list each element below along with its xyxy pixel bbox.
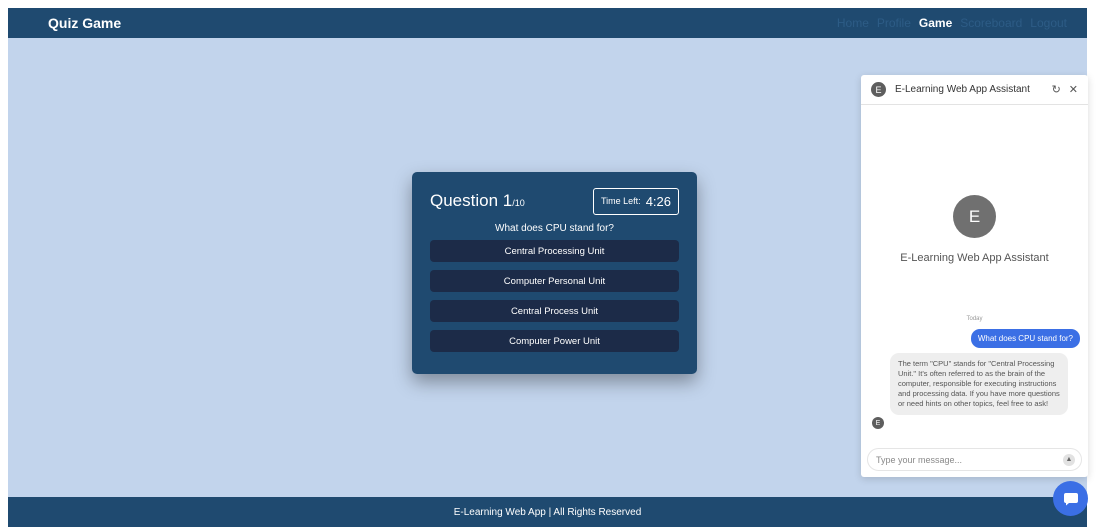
- question-count: /10: [512, 198, 525, 208]
- question-title: Question 1/10: [430, 191, 525, 211]
- nav-link-home[interactable]: Home: [837, 16, 869, 30]
- avatar-large: E: [953, 195, 996, 238]
- answer-button-4[interactable]: Computer Power Unit: [430, 330, 679, 352]
- send-icon[interactable]: ▲: [1063, 453, 1075, 466]
- question-number: Question 1: [430, 191, 513, 210]
- brand-title[interactable]: Quiz Game: [48, 15, 121, 31]
- bot-message-avatar: E: [872, 417, 884, 429]
- bot-name: E-Learning Web App Assistant: [900, 252, 1049, 264]
- question-text: What does CPU stand for?: [495, 223, 614, 234]
- navbar: Quiz Game Home Profile Game Scoreboard L…: [8, 8, 1087, 38]
- day-label: Today: [966, 316, 983, 322]
- answer-button-2[interactable]: Computer Personal Unit: [430, 270, 679, 292]
- close-icon[interactable]: ✕: [1069, 83, 1078, 96]
- timer-label: Time Left:: [601, 196, 641, 206]
- nav-link-scoreboard[interactable]: Scoreboard: [960, 16, 1022, 30]
- nav-links: Home Profile Game Scoreboard Logout: [837, 16, 1067, 30]
- answer-button-3[interactable]: Central Process Unit: [430, 300, 679, 322]
- nav-link-profile[interactable]: Profile: [877, 16, 911, 30]
- chat-message-input[interactable]: [876, 454, 1063, 465]
- chat-bubble-icon: [1063, 492, 1078, 505]
- timer-box: Time Left: 4:26: [593, 187, 679, 215]
- footer-text: E-Learning Web App | All Rights Reserved: [453, 506, 642, 518]
- avatar: E: [871, 82, 886, 97]
- chat-panel: E E-Learning Web App Assistant ↻ ✕ E E-L…: [861, 75, 1088, 477]
- nav-link-game[interactable]: Game: [919, 16, 952, 30]
- timer-value: 4:26: [645, 193, 671, 209]
- page-background: Quiz Game Home Profile Game Scoreboard L…: [8, 8, 1088, 527]
- bot-message: The term "CPU" stands for "Central Proce…: [890, 353, 1068, 415]
- chat-header: E E-Learning Web App Assistant ↻ ✕: [861, 75, 1088, 105]
- answer-button-1[interactable]: Central Processing Unit: [430, 240, 679, 262]
- chat-header-title: E-Learning Web App Assistant: [895, 84, 1030, 95]
- quiz-header: Question 1/10 Time Left: 4:26: [430, 186, 679, 216]
- chat-profile: E E-Learning Web App Assistant: [861, 195, 1088, 264]
- footer: E-Learning Web App | All Rights Reserved: [8, 497, 1087, 527]
- nav-link-logout[interactable]: Logout: [1030, 16, 1067, 30]
- user-message: What does CPU stand for?: [970, 329, 1080, 348]
- quiz-card: Question 1/10 Time Left: 4:26 What does …: [412, 172, 697, 374]
- chat-toggle-button[interactable]: [1053, 481, 1088, 516]
- refresh-icon[interactable]: ↻: [1052, 83, 1061, 96]
- chat-input-row: ▲: [867, 448, 1082, 471]
